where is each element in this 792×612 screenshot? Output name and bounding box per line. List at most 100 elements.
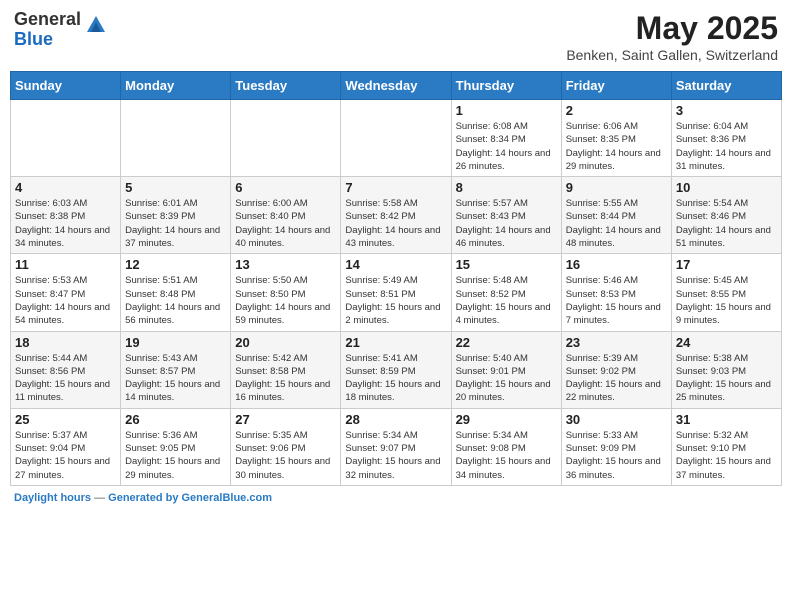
day-number: 3 [676, 103, 777, 118]
calendar-header-row: SundayMondayTuesdayWednesdayThursdayFrid… [11, 72, 782, 100]
day-number: 16 [566, 257, 667, 272]
page-header: General Blue May 2025 Benken, Saint Gall… [10, 10, 782, 63]
calendar-cell: 16 Sunrise: 5:46 AM Sunset: 8:53 PM Dayli… [561, 254, 671, 331]
day-info: Sunrise: 5:37 AM Sunset: 9:04 PM Dayligh… [15, 429, 116, 482]
day-number: 15 [456, 257, 557, 272]
day-number: 18 [15, 335, 116, 350]
calendar-cell: 5 Sunrise: 6:01 AM Sunset: 8:39 PM Daylig… [121, 177, 231, 254]
day-number: 27 [235, 412, 336, 427]
calendar-cell: 27 Sunrise: 5:35 AM Sunset: 9:06 PM Dayli… [231, 408, 341, 485]
calendar-cell: 19Sunrise: 5:43 AM Sunset: 8:57 PM Dayli… [121, 331, 231, 408]
calendar-cell: 20 Sunrise: 5:42 AM Sunset: 8:58 PM Dayli… [231, 331, 341, 408]
day-number: 30 [566, 412, 667, 427]
day-number: 11 [15, 257, 116, 272]
day-number: 9 [566, 180, 667, 195]
day-number: 20 [235, 335, 336, 350]
day-number: 14 [345, 257, 446, 272]
weekday-header-saturday: Saturday [671, 72, 781, 100]
calendar-cell: 28 Sunrise: 5:34 AM Sunset: 9:07 PM Dayli… [341, 408, 451, 485]
day-info: Sunrise: 6:08 AM Sunset: 8:34 PM Dayligh… [456, 120, 557, 173]
day-number: 25 [15, 412, 116, 427]
calendar-cell [121, 100, 231, 177]
calendar-cell: 2 Sunrise: 6:06 AM Sunset: 8:35 PM Daylig… [561, 100, 671, 177]
day-number: 10 [676, 180, 777, 195]
calendar-cell: 6Sunrise: 6:00 AM Sunset: 8:40 PM Daylig… [231, 177, 341, 254]
calendar-cell: 14 Sunrise: 5:49 AM Sunset: 8:51 PM Dayli… [341, 254, 451, 331]
day-number: 13 [235, 257, 336, 272]
footer-note: Daylight hours — Generated by GeneralBlu… [10, 492, 782, 504]
day-number: 8 [456, 180, 557, 195]
calendar-week-4: 18 Sunrise: 5:44 AM Sunset: 8:56 PM Dayli… [11, 331, 782, 408]
location-subtitle: Benken, Saint Gallen, Switzerland [566, 47, 778, 63]
day-number: 2 [566, 103, 667, 118]
title-block: May 2025 Benken, Saint Gallen, Switzerla… [566, 10, 778, 63]
day-number: 6 [235, 180, 336, 195]
day-info: Sunrise: 5:40 AM Sunset: 9:01 PM Dayligh… [456, 352, 557, 405]
calendar-cell: 3 Sunrise: 6:04 AM Sunset: 8:36 PM Daylig… [671, 100, 781, 177]
day-info: Sunrise: 6:03 AM Sunset: 8:38 PM Dayligh… [15, 197, 116, 250]
calendar-cell: 4Sunrise: 6:03 AM Sunset: 8:38 PM Daylig… [11, 177, 121, 254]
day-info: Sunrise: 6:01 AM Sunset: 8:39 PM Dayligh… [125, 197, 226, 250]
day-info: Sunrise: 5:55 AM Sunset: 8:44 PM Dayligh… [566, 197, 667, 250]
calendar-cell: 1 Sunrise: 6:08 AM Sunset: 8:34 PM Daylig… [451, 100, 561, 177]
weekday-header-thursday: Thursday [451, 72, 561, 100]
calendar-cell: 23Sunrise: 5:39 AM Sunset: 9:02 PM Dayli… [561, 331, 671, 408]
calendar-cell: 15Sunrise: 5:48 AM Sunset: 8:52 PM Dayli… [451, 254, 561, 331]
day-number: 29 [456, 412, 557, 427]
day-number: 7 [345, 180, 446, 195]
day-info: Sunrise: 5:34 AM Sunset: 9:07 PM Dayligh… [345, 429, 446, 482]
calendar-week-3: 11 Sunrise: 5:53 AM Sunset: 8:47 PM Dayli… [11, 254, 782, 331]
day-info: Sunrise: 5:42 AM Sunset: 8:58 PM Dayligh… [235, 352, 336, 405]
calendar-cell: 13 Sunrise: 5:50 AM Sunset: 8:50 PM Dayli… [231, 254, 341, 331]
day-number: 1 [456, 103, 557, 118]
calendar-cell: 29 Sunrise: 5:34 AM Sunset: 9:08 PM Dayli… [451, 408, 561, 485]
calendar-cell: 21 Sunrise: 5:41 AM Sunset: 8:59 PM Dayli… [341, 331, 451, 408]
day-number: 28 [345, 412, 446, 427]
calendar-cell: 8 Sunrise: 5:57 AM Sunset: 8:43 PM Daylig… [451, 177, 561, 254]
day-info: Sunrise: 6:04 AM Sunset: 8:36 PM Dayligh… [676, 120, 777, 173]
day-info: Sunrise: 5:46 AM Sunset: 8:53 PM Dayligh… [566, 274, 667, 327]
day-number: 24 [676, 335, 777, 350]
day-info: Sunrise: 5:57 AM Sunset: 8:43 PM Dayligh… [456, 197, 557, 250]
calendar-cell: 18 Sunrise: 5:44 AM Sunset: 8:56 PM Dayli… [11, 331, 121, 408]
day-number: 22 [456, 335, 557, 350]
calendar-cell: 30 Sunrise: 5:33 AM Sunset: 9:09 PM Dayli… [561, 408, 671, 485]
day-info: Sunrise: 5:38 AM Sunset: 9:03 PM Dayligh… [676, 352, 777, 405]
day-info: Sunrise: 5:39 AM Sunset: 9:02 PM Dayligh… [566, 352, 667, 405]
logo-icon [85, 14, 107, 36]
day-info: Sunrise: 5:32 AM Sunset: 9:10 PM Dayligh… [676, 429, 777, 482]
calendar-cell [11, 100, 121, 177]
day-info: Sunrise: 5:50 AM Sunset: 8:50 PM Dayligh… [235, 274, 336, 327]
day-info: Sunrise: 5:33 AM Sunset: 9:09 PM Dayligh… [566, 429, 667, 482]
calendar-week-5: 25 Sunrise: 5:37 AM Sunset: 9:04 PM Dayli… [11, 408, 782, 485]
day-number: 19 [125, 335, 226, 350]
calendar-cell: 9 Sunrise: 5:55 AM Sunset: 8:44 PM Daylig… [561, 177, 671, 254]
month-title: May 2025 [566, 10, 778, 47]
day-info: Sunrise: 5:36 AM Sunset: 9:05 PM Dayligh… [125, 429, 226, 482]
day-info: Sunrise: 6:06 AM Sunset: 8:35 PM Dayligh… [566, 120, 667, 173]
calendar-week-2: 4Sunrise: 6:03 AM Sunset: 8:38 PM Daylig… [11, 177, 782, 254]
day-info: Sunrise: 5:53 AM Sunset: 8:47 PM Dayligh… [15, 274, 116, 327]
day-info: Sunrise: 5:34 AM Sunset: 9:08 PM Dayligh… [456, 429, 557, 482]
calendar-cell: 17Sunrise: 5:45 AM Sunset: 8:55 PM Dayli… [671, 254, 781, 331]
calendar-cell: 22 Sunrise: 5:40 AM Sunset: 9:01 PM Dayli… [451, 331, 561, 408]
day-info: Sunrise: 5:41 AM Sunset: 8:59 PM Dayligh… [345, 352, 446, 405]
calendar-table: SundayMondayTuesdayWednesdayThursdayFrid… [10, 71, 782, 486]
day-info: Sunrise: 5:49 AM Sunset: 8:51 PM Dayligh… [345, 274, 446, 327]
day-number: 5 [125, 180, 226, 195]
day-number: 26 [125, 412, 226, 427]
calendar-week-1: 1 Sunrise: 6:08 AM Sunset: 8:34 PM Daylig… [11, 100, 782, 177]
daylight-label: Daylight hours [14, 492, 91, 504]
calendar-cell: 24 Sunrise: 5:38 AM Sunset: 9:03 PM Dayli… [671, 331, 781, 408]
day-info: Sunrise: 5:35 AM Sunset: 9:06 PM Dayligh… [235, 429, 336, 482]
weekday-header-sunday: Sunday [11, 72, 121, 100]
logo-blue-text: Blue [14, 29, 53, 49]
day-info: Sunrise: 5:45 AM Sunset: 8:55 PM Dayligh… [676, 274, 777, 327]
calendar-cell: 26 Sunrise: 5:36 AM Sunset: 9:05 PM Dayli… [121, 408, 231, 485]
day-number: 21 [345, 335, 446, 350]
day-info: Sunrise: 5:51 AM Sunset: 8:48 PM Dayligh… [125, 274, 226, 327]
calendar-cell: 12Sunrise: 5:51 AM Sunset: 8:48 PM Dayli… [121, 254, 231, 331]
calendar-cell: 31Sunrise: 5:32 AM Sunset: 9:10 PM Dayli… [671, 408, 781, 485]
day-info: Sunrise: 5:44 AM Sunset: 8:56 PM Dayligh… [15, 352, 116, 405]
logo-general-text: General [14, 9, 81, 29]
